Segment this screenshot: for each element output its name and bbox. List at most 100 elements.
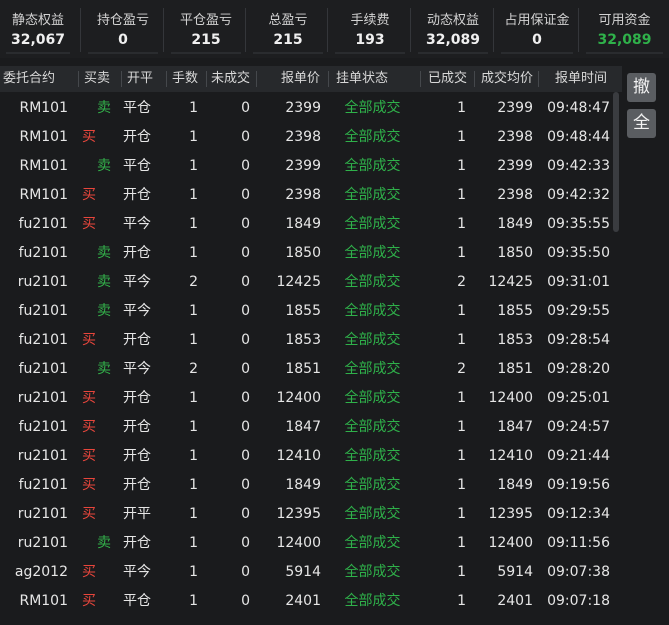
column-header[interactable]: 买卖 [84, 66, 110, 92]
scrollbar-thumb[interactable] [613, 92, 619, 232]
table-row[interactable]: fu2101 买 开仓 1 0 1847 全部成交 1 1847 09:24:57 [0, 413, 622, 442]
cell-order-status: 全部成交 [344, 158, 401, 174]
cell-unfilled: 0 [241, 593, 250, 609]
column-header[interactable]: 未成交 [211, 66, 250, 92]
cell-contract: ag2012 [14, 564, 68, 580]
cell-order-time: 09:28:20 [547, 361, 610, 377]
column-header[interactable]: 挂单状态 [336, 66, 388, 92]
table-row[interactable]: RM101 买 开仓 1 0 2398 全部成交 1 2398 09:42:32 [0, 181, 622, 210]
cell-filled: 1 [457, 245, 466, 261]
column-divider[interactable] [420, 71, 421, 87]
cell-order-status: 全部成交 [344, 361, 401, 377]
cell-filled: 1 [457, 390, 466, 406]
summary-item: 总盈亏 215 [247, 0, 329, 58]
cell-avg-price: 1850 [497, 245, 533, 261]
summary-divider [163, 8, 164, 52]
table-row[interactable]: RM101 买 平仓 1 0 2401 全部成交 1 2401 09:07:18 [0, 587, 622, 616]
summary-value: 32,067 [10, 32, 66, 48]
summary-value: 0 [118, 32, 128, 48]
cancel-order-button[interactable]: 撤 [627, 73, 656, 102]
cell-quantity: 1 [189, 564, 198, 580]
table-row[interactable]: ru2101 买 开平 1 0 12395 全部成交 1 12395 09:12:34 [0, 500, 622, 529]
summary-label: 静态权益 [11, 13, 64, 28]
table-row[interactable]: RM101 卖平仓 1 0 2399 全部成交 1 2399 09:48:47 [0, 94, 622, 123]
table-row[interactable]: ru2101 买 开仓 1 0 12410 全部成交 1 12410 09:21:44 [0, 442, 622, 471]
column-header[interactable]: 已成交 [428, 66, 467, 92]
table-row[interactable]: RM101 卖平仓 1 0 2399 全部成交 1 2399 09:42:33 [0, 152, 622, 181]
column-divider[interactable] [474, 71, 475, 87]
cell-order-price: 5914 [285, 564, 321, 580]
cell-avg-price: 1855 [497, 303, 533, 319]
cell-order-time: 09:07:18 [547, 593, 610, 609]
cell-quantity: 1 [189, 506, 198, 522]
cell-filled: 1 [457, 129, 466, 145]
cell-order-time: 09:35:55 [547, 216, 610, 232]
table-row[interactable]: fu2101 卖平今 2 0 1851 全部成交 2 1851 09:28:20 [0, 355, 622, 384]
summary-underline [6, 52, 70, 54]
table-row[interactable]: fu2101 卖平今 1 0 1855 全部成交 1 1855 09:29:55 [0, 297, 622, 326]
cell-unfilled: 0 [241, 390, 250, 406]
column-header[interactable]: 成交均价 [481, 66, 533, 92]
summary-label: 手续费 [350, 13, 390, 28]
summary-value: 32,089 [597, 32, 652, 48]
cell-open-close: 开平 [123, 506, 151, 522]
table-row[interactable]: fu2101 买 开仓 1 0 1849 全部成交 1 1849 09:19:56 [0, 471, 622, 500]
cell-unfilled: 0 [241, 564, 250, 580]
cell-quantity: 1 [189, 100, 198, 116]
table-row[interactable]: fu2101 买 平今 1 0 1849 全部成交 1 1849 09:35:55 [0, 210, 622, 239]
cell-contract: fu2101 [18, 245, 68, 261]
cell-open-close: 开仓 [123, 245, 151, 261]
table-scrollbar[interactable] [612, 92, 620, 622]
cell-order-price: 1853 [285, 332, 321, 348]
column-divider[interactable] [206, 71, 207, 87]
cell-order-price: 2399 [285, 100, 321, 116]
column-divider[interactable] [538, 71, 539, 87]
column-header[interactable]: 委托合约 [3, 66, 55, 92]
cell-order-price: 12425 [276, 274, 321, 290]
cell-avg-price: 2398 [497, 129, 533, 145]
cell-side: 买 [82, 448, 96, 464]
summary-item: 可用资金 32,089 [580, 0, 669, 58]
cell-side: 买 [82, 129, 96, 145]
table-row[interactable]: fu2101 卖开仓 1 0 1850 全部成交 1 1850 09:35:50 [0, 239, 622, 268]
summary-label: 动态权益 [426, 13, 479, 28]
cell-filled: 1 [457, 506, 466, 522]
column-divider[interactable] [328, 71, 329, 87]
cell-filled: 1 [457, 332, 466, 348]
column-divider[interactable] [78, 71, 79, 87]
column-header[interactable]: 报单时间 [555, 66, 607, 92]
table-row[interactable]: fu2101 买 开仓 1 0 1853 全部成交 1 1853 09:28:54 [0, 326, 622, 355]
cancel-all-button[interactable]: 全 [627, 109, 656, 138]
column-header[interactable]: 开平 [127, 66, 153, 92]
cell-order-status: 全部成交 [344, 535, 401, 551]
cell-order-status: 全部成交 [344, 100, 401, 116]
cell-contract: RM101 [19, 158, 68, 174]
cell-side: 买 [82, 187, 96, 203]
column-header[interactable]: 报单价 [281, 66, 320, 92]
summary-divider [578, 8, 579, 52]
cell-unfilled: 0 [241, 448, 250, 464]
column-divider[interactable] [121, 71, 122, 87]
table-row[interactable]: ru2101 买 开仓 1 0 12400 全部成交 1 12400 09:25:01 [0, 384, 622, 413]
cell-avg-price: 1847 [497, 419, 533, 435]
cell-side: 买 [82, 390, 96, 406]
order-table: 委托合约 买卖 开平 手数 未成交 报单价 挂单状态 已成交 成交均价 报单时间 RM101 卖平仓… [0, 66, 622, 625]
cell-unfilled: 0 [241, 332, 250, 348]
column-divider[interactable] [166, 71, 167, 87]
cell-order-time: 09:48:47 [547, 100, 610, 116]
cell-filled: 1 [457, 419, 466, 435]
cell-filled: 1 [457, 187, 466, 203]
cell-order-status: 全部成交 [344, 448, 401, 464]
column-header[interactable]: 手数 [172, 66, 198, 92]
table-row[interactable]: ag2012 买 平今 1 0 5914 全部成交 1 5914 09:07:38 [0, 558, 622, 587]
cell-contract: ru2101 [17, 535, 68, 551]
table-row[interactable]: ru2101 卖平今 2 0 12425 全部成交 2 12425 09:31:01 [0, 268, 622, 297]
cell-avg-price: 1849 [497, 216, 533, 232]
table-row[interactable]: RM101 买 开仓 1 0 2398 全部成交 1 2398 09:48:44 [0, 123, 622, 152]
cell-unfilled: 0 [241, 100, 250, 116]
cell-order-time: 09:35:50 [547, 245, 610, 261]
cell-quantity: 1 [189, 158, 198, 174]
column-divider[interactable] [256, 71, 257, 87]
table-row[interactable]: ru2101 卖开仓 1 0 12400 全部成交 1 12400 09:11:56 [0, 529, 622, 558]
cell-order-time: 09:24:57 [547, 419, 610, 435]
